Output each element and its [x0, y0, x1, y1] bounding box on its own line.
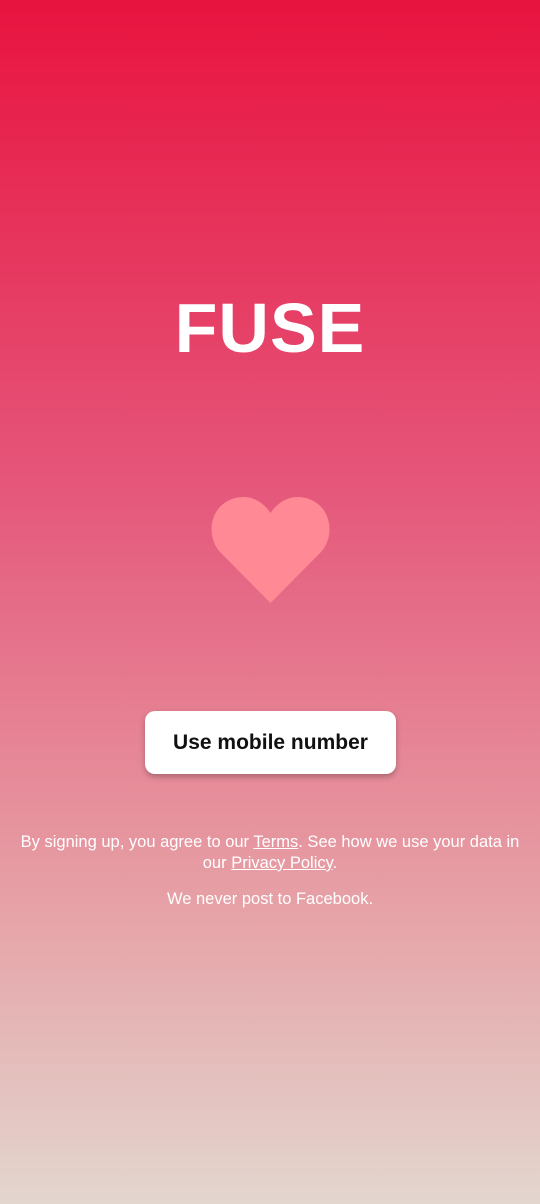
app-logo-text: FUSE: [174, 289, 366, 367]
privacy-policy-link[interactable]: Privacy Policy: [231, 854, 332, 872]
legal-disclaimer: By signing up, you agree to our Terms. S…: [20, 832, 520, 874]
facebook-note: We never post to Facebook.: [166, 890, 374, 908]
heart-icon: [207, 493, 334, 605]
legal-prefix: By signing up, you agree to our: [20, 833, 254, 851]
welcome-screen: FUSE Use mobile number By signing up, yo…: [0, 0, 540, 1204]
terms-link[interactable]: Terms: [253, 833, 298, 851]
legal-suffix: .: [332, 854, 338, 872]
use-mobile-number-button[interactable]: Use mobile number: [145, 711, 396, 774]
